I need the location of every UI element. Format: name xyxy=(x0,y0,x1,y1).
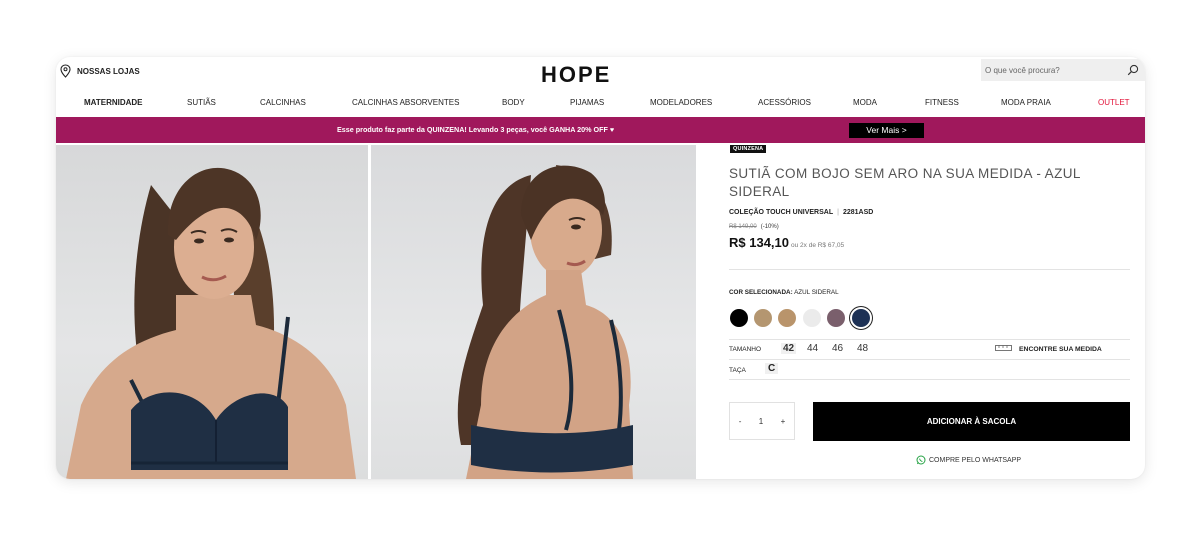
stores-label: NOSSAS LOJAS xyxy=(77,66,140,76)
product-image-front[interactable] xyxy=(56,145,368,479)
product-title: SUTIÃ COM BOJO SEM ARO NA SUA MEDIDA - A… xyxy=(729,166,1081,199)
cup-option-c[interactable]: C xyxy=(765,363,779,374)
nav-item-moda-praia[interactable]: MODA PRAIA xyxy=(1001,98,1051,107)
nav-item-maternidade[interactable]: MATERNIDADE xyxy=(84,98,143,107)
promo-banner-text: Esse produto faz parte da QUINZENA! Leva… xyxy=(337,125,615,134)
header: NOSSAS LOJAS HOPE xyxy=(56,57,1145,92)
search-box xyxy=(981,59,1145,81)
cup-row: TAÇA C xyxy=(729,363,1129,378)
color-label: COR SELECIONADA: xyxy=(729,289,793,296)
color-swatch-tan[interactable] xyxy=(778,309,796,327)
installments: ou 2x de R$ 67,05 xyxy=(791,242,845,249)
size-option-42[interactable]: 42 xyxy=(781,343,797,354)
product-page-card: NOSSAS LOJAS HOPE MATERNIDADE SUTIÃS CAL… xyxy=(56,57,1145,479)
divider xyxy=(729,269,1130,270)
whatsapp-icon xyxy=(916,455,926,465)
promo-banner: Esse produto faz parte da QUINZENA! Leva… xyxy=(56,117,1145,143)
nav-item-sutias[interactable]: SUTIÃS xyxy=(187,98,216,107)
ruler-icon[interactable] xyxy=(995,345,1012,351)
old-price-row: R$ 149,00 (-10%) xyxy=(729,224,779,230)
nav-item-body[interactable]: BODY xyxy=(502,98,525,107)
color-value: AZUL SIDERAL xyxy=(794,289,839,296)
collection-separator: | xyxy=(837,209,839,216)
product-image-back[interactable] xyxy=(371,145,696,479)
color-swatch-azul-sideral[interactable] xyxy=(852,309,870,327)
find-your-size-link[interactable]: ENCONTRE SUA MEDIDA xyxy=(1019,346,1102,353)
size-label: TAMANHO xyxy=(729,346,762,353)
quantity-increment-button[interactable]: + xyxy=(781,417,786,426)
stores-link[interactable]: NOSSAS LOJAS xyxy=(60,64,140,78)
collection-name: COLEÇÃO TOUCH UNIVERSAL xyxy=(729,209,834,216)
quantity-value[interactable]: 1 xyxy=(759,417,763,426)
main-nav: MATERNIDADE SUTIÃS CALCINHAS CALCINHAS A… xyxy=(56,98,1145,112)
nav-item-outlet[interactable]: OUTLET xyxy=(1098,98,1130,107)
product-collection: COLEÇÃO TOUCH UNIVERSAL | 2281ASD xyxy=(729,209,873,216)
add-to-bag-button[interactable]: ADICIONAR À SACOLA xyxy=(813,402,1130,441)
nav-item-calcinhas-absorventes[interactable]: CALCINHAS ABSORVENTES xyxy=(352,98,459,107)
quinzena-tag: QUINZENA xyxy=(730,145,767,153)
quantity-decrement-button[interactable]: - xyxy=(739,417,742,426)
old-price: R$ 149,00 xyxy=(729,224,757,230)
color-swatch-black[interactable] xyxy=(730,309,748,327)
size-row: TAMANHO 42 44 46 48 ENCONTRE SUA MEDIDA xyxy=(729,342,1129,356)
divider xyxy=(729,339,1130,340)
color-label-row: COR SELECIONADA: AZUL SIDERAL xyxy=(729,289,839,296)
location-pin-icon xyxy=(60,64,71,78)
color-swatch-mauve[interactable] xyxy=(827,309,845,327)
color-swatch-white[interactable] xyxy=(803,309,821,327)
size-option-48[interactable]: 48 xyxy=(857,343,868,354)
nav-item-acessorios[interactable]: ACESSÓRIOS xyxy=(758,98,811,107)
divider xyxy=(729,379,1130,380)
whatsapp-label: COMPRE PELO WHATSAPP xyxy=(929,456,1022,464)
model-back-illustration xyxy=(457,165,633,479)
size-option-44[interactable]: 44 xyxy=(807,343,818,354)
see-more-button[interactable]: Ver Mais > xyxy=(849,123,924,138)
price-row: R$ 134,10 ou 2x de R$ 67,05 xyxy=(729,235,844,250)
brand-logo[interactable]: HOPE xyxy=(541,62,611,88)
quantity-stepper: - 1 + xyxy=(729,402,795,440)
nav-item-calcinhas[interactable]: CALCINHAS xyxy=(260,98,306,107)
discount-badge: (-10%) xyxy=(760,224,779,230)
search-input[interactable] xyxy=(981,64,1117,76)
nav-item-pijamas[interactable]: PIJAMAS xyxy=(570,98,604,107)
search-icon[interactable] xyxy=(1127,64,1139,76)
model-front-illustration xyxy=(66,167,356,479)
color-swatch-nude[interactable] xyxy=(754,309,772,327)
nav-item-moda[interactable]: MODA xyxy=(853,98,877,107)
divider xyxy=(729,359,1130,360)
whatsapp-buy-link[interactable]: COMPRE PELO WHATSAPP xyxy=(916,455,1021,465)
current-price: R$ 134,10 xyxy=(729,235,789,250)
cup-label: TAÇA xyxy=(729,367,746,374)
nav-item-modeladores[interactable]: MODELADORES xyxy=(650,98,712,107)
product-sku: 2281ASD xyxy=(842,209,874,216)
nav-item-fitness[interactable]: FITNESS xyxy=(925,98,959,107)
size-option-46[interactable]: 46 xyxy=(832,343,843,354)
